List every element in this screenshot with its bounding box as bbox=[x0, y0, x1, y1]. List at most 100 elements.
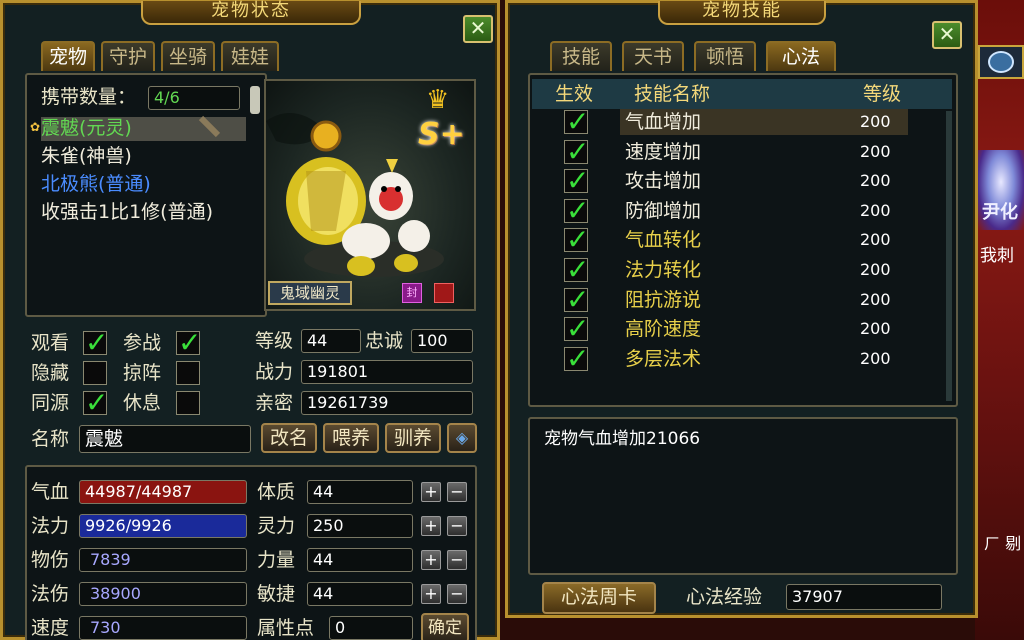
skill-level: 200 bbox=[860, 142, 891, 161]
pet-status-window: 宠物状态 ✕ 宠物 守护 坐骑 娃娃 携带数量： 4/6 ✿ 震魃(元灵) 朱雀… bbox=[0, 0, 500, 640]
skill-row[interactable]: 气血转化 200 bbox=[532, 223, 947, 256]
skill-enabled-checkbox[interactable] bbox=[564, 342, 589, 375]
skill-enabled-checkbox[interactable] bbox=[564, 135, 589, 168]
tab-mount[interactable]: 坐骑 bbox=[161, 41, 215, 71]
skill-level: 200 bbox=[860, 290, 891, 309]
rename-button[interactable]: 改名 bbox=[261, 423, 317, 453]
minus-button[interactable]: − bbox=[447, 584, 467, 604]
world-chat-text: 我刺 bbox=[980, 246, 1014, 266]
skill-row[interactable]: 攻击增加 200 bbox=[532, 164, 947, 197]
train-button[interactable]: 驯养 bbox=[385, 423, 441, 453]
skill-row[interactable]: 多层法术 200 bbox=[532, 342, 947, 375]
skill-row[interactable]: 阻抗游说 200 bbox=[532, 283, 947, 316]
plus-button[interactable]: + bbox=[421, 584, 441, 604]
skill-row[interactable]: 防御增加 200 bbox=[532, 194, 947, 227]
battle-checkbox[interactable] bbox=[176, 326, 201, 359]
skill-level: 200 bbox=[860, 171, 891, 190]
plus-button[interactable]: + bbox=[421, 550, 441, 570]
minus-button[interactable]: − bbox=[447, 482, 467, 502]
pet-list-item[interactable]: 震魃(元灵) bbox=[41, 116, 132, 140]
item-icon-button[interactable]: ◈ bbox=[447, 423, 477, 453]
skill-level: 200 bbox=[860, 260, 891, 279]
raid-checkbox[interactable] bbox=[176, 361, 200, 385]
header-level: 等级 bbox=[863, 83, 902, 105]
skill-name: 阻抗游说 bbox=[625, 289, 702, 311]
loyalty-label: 忠诚 bbox=[365, 330, 404, 352]
stat-value: 7839 bbox=[79, 548, 247, 572]
level-label: 等级 bbox=[255, 330, 294, 352]
pet-element-icon[interactable] bbox=[434, 283, 454, 303]
pet-list-item[interactable]: 收强击1比1修(普通) bbox=[41, 200, 213, 224]
stat-value: 730 bbox=[79, 616, 247, 640]
tab-enlightenment[interactable]: 顿悟 bbox=[694, 41, 756, 71]
tab-guard[interactable]: 守护 bbox=[101, 41, 155, 71]
close-button[interactable]: ✕ bbox=[463, 15, 493, 43]
skill-row[interactable]: 高阶速度 200 bbox=[532, 312, 947, 345]
skill-enabled-checkbox[interactable] bbox=[564, 164, 589, 197]
window-title: 宠物状态 bbox=[141, 1, 361, 25]
skill-level: 200 bbox=[860, 112, 891, 131]
skill-row[interactable]: 速度增加 200 bbox=[532, 135, 947, 168]
tab-skills[interactable]: 技能 bbox=[550, 41, 612, 71]
skill-enabled-checkbox[interactable] bbox=[564, 105, 589, 138]
selected-marker-icon: ✿ bbox=[30, 120, 41, 134]
stat-label: 速度 bbox=[31, 617, 70, 639]
confirm-button[interactable]: 确定 bbox=[421, 613, 469, 640]
loyalty-value: 100 bbox=[411, 329, 473, 353]
pet-model-image bbox=[266, 113, 444, 277]
skill-enabled-checkbox[interactable] bbox=[564, 253, 589, 286]
minus-button[interactable]: − bbox=[447, 550, 467, 570]
skill-enabled-checkbox[interactable] bbox=[564, 312, 589, 345]
pet-caption: 鬼域幽灵 bbox=[268, 281, 352, 305]
stat-value: 38900 bbox=[79, 582, 247, 606]
scrollbar-thumb[interactable] bbox=[250, 86, 260, 114]
close-button[interactable]: ✕ bbox=[932, 21, 962, 49]
skill-name: 气血转化 bbox=[625, 229, 702, 251]
grade-badge: S+ bbox=[418, 117, 465, 152]
weekly-card-button[interactable]: 心法周卡 bbox=[542, 582, 656, 614]
pet-list-item[interactable]: 北极熊(普通) bbox=[41, 172, 151, 196]
pet-portrait: ♛ S+ 鬼域幽灵 封 bbox=[264, 79, 476, 311]
pet-type-icon[interactable]: 封 bbox=[402, 283, 422, 303]
plus-button[interactable]: + bbox=[421, 482, 441, 502]
name-label: 名称 bbox=[31, 428, 70, 450]
skill-description: 宠物气血增加21066 bbox=[544, 429, 701, 449]
skill-enabled-checkbox[interactable] bbox=[564, 223, 589, 256]
game-screen: 尹化 我刺 ㄏ 剔 宠物状态 ✕ 宠物 守护 坐骑 娃娃 携带数量： 4/6 ✿… bbox=[0, 0, 1024, 640]
rest-checkbox[interactable] bbox=[176, 391, 200, 415]
same-origin-checkbox[interactable] bbox=[83, 386, 108, 419]
pet-list-item[interactable]: 朱雀(神兽) bbox=[41, 144, 132, 168]
skill-name: 气血增加 bbox=[625, 111, 702, 133]
skill-level: 200 bbox=[860, 230, 891, 249]
skill-enabled-checkbox[interactable] bbox=[564, 194, 589, 227]
skill-name: 高阶速度 bbox=[625, 318, 702, 340]
attr-points-value: 0 bbox=[329, 616, 413, 640]
watch-checkbox[interactable] bbox=[83, 326, 108, 359]
skill-enabled-checkbox[interactable] bbox=[564, 283, 589, 316]
plus-button[interactable]: + bbox=[421, 516, 441, 536]
attr-label: 灵力 bbox=[257, 515, 296, 537]
attr-label: 敏捷 bbox=[257, 583, 296, 605]
hide-checkbox[interactable] bbox=[83, 361, 107, 385]
world-hud-button[interactable] bbox=[978, 45, 1024, 79]
tab-pet[interactable]: 宠物 bbox=[41, 41, 95, 71]
pet-name-input[interactable]: 震魃 bbox=[79, 425, 251, 453]
stat-label: 气血 bbox=[31, 481, 70, 503]
window-title: 宠物技能 bbox=[658, 1, 826, 25]
attr-label: 属性点 bbox=[257, 617, 315, 639]
option-label: 掠阵 bbox=[123, 362, 162, 384]
skill-row[interactable]: 气血增加 200 bbox=[532, 105, 947, 138]
tab-doll[interactable]: 娃娃 bbox=[221, 41, 279, 71]
minus-button[interactable]: − bbox=[447, 516, 467, 536]
tab-heart-method[interactable]: 心法 bbox=[766, 41, 836, 71]
exp-value: 37907 bbox=[786, 584, 942, 610]
tab-heavenly-book[interactable]: 天书 bbox=[622, 41, 684, 71]
crown-icon: ♛ bbox=[426, 85, 450, 115]
carry-count-value: 4/6 bbox=[148, 86, 240, 110]
intimacy-value: 19261739 bbox=[301, 391, 473, 415]
exp-label: 心法经验 bbox=[686, 586, 763, 608]
attr-value: 44 bbox=[307, 480, 413, 504]
skill-row[interactable]: 法力转化 200 bbox=[532, 253, 947, 286]
feed-button[interactable]: 喂养 bbox=[323, 423, 379, 453]
hp-bar: 44987/44987 bbox=[79, 480, 247, 504]
